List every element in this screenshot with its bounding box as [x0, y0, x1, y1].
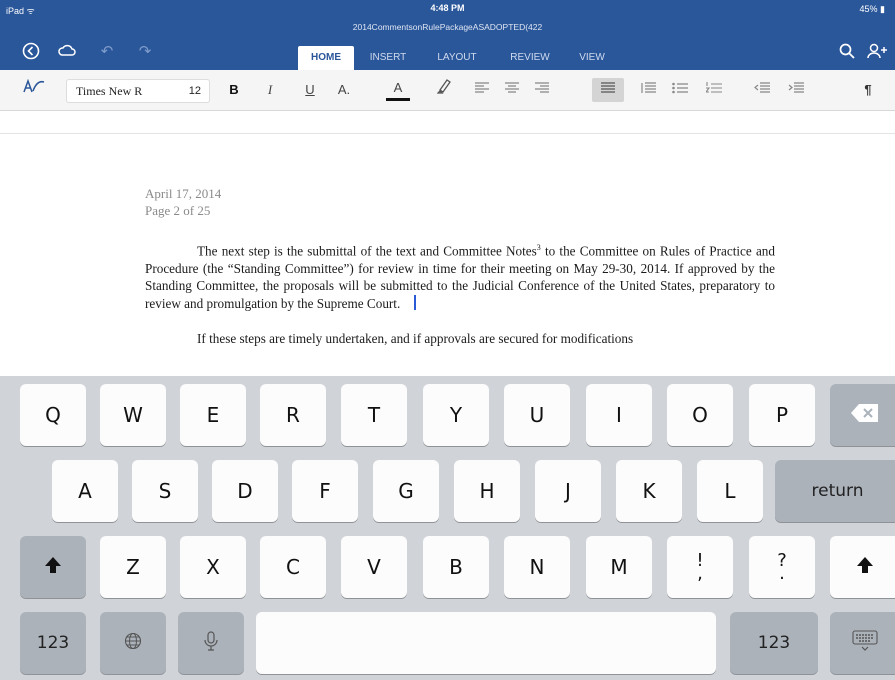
document-title: 2014CommentsonRulePackageASADOPTED(422 [0, 22, 895, 36]
align-center-icon[interactable] [500, 78, 524, 102]
ruler [0, 111, 895, 134]
key-period-label: . [779, 563, 785, 584]
tab-insert[interactable]: INSERT [364, 46, 412, 70]
key-f[interactable]: F [292, 460, 358, 522]
key-m[interactable]: M [586, 536, 652, 598]
shift-left-key[interactable] [20, 536, 86, 598]
key-b[interactable]: B [423, 536, 489, 598]
cloud-sync-icon[interactable] [56, 40, 78, 62]
text-cursor [414, 294, 417, 310]
status-bar: iPad ᯤ 4:48 PM 45% ▮ [0, 0, 895, 22]
backspace-icon [850, 403, 880, 428]
key-w[interactable]: W [100, 384, 166, 446]
key-comma-label: , [697, 563, 703, 584]
battery-indicator: 45% ▮ [860, 4, 885, 15]
increase-indent-icon[interactable] [784, 78, 808, 102]
globe-key[interactable] [100, 612, 166, 674]
tab-review[interactable]: REVIEW [502, 46, 558, 70]
undo-icon[interactable]: ↶ [96, 40, 118, 62]
formatting-toolbar: Times New R 12 B I U A. A ¶ [0, 70, 895, 111]
key-exclaim-comma[interactable]: !, [667, 536, 733, 598]
key-d[interactable]: D [212, 460, 278, 522]
battery-icon: ▮ [880, 4, 885, 14]
key-v[interactable]: V [341, 536, 407, 598]
numbered-list-icon[interactable] [702, 78, 726, 102]
align-left-icon[interactable] [470, 78, 494, 102]
shift-icon [44, 555, 62, 579]
key-question-period[interactable]: ?. [749, 536, 815, 598]
key-y[interactable]: Y [423, 384, 489, 446]
key-x[interactable]: X [180, 536, 246, 598]
highlighter-icon[interactable] [432, 78, 456, 102]
microphone-icon [204, 630, 218, 656]
key-s[interactable]: S [132, 460, 198, 522]
key-t[interactable]: T [341, 384, 407, 446]
paragraph-marks-icon[interactable]: ¶ [858, 78, 878, 102]
backspace-key[interactable] [830, 384, 895, 446]
battery-percent: 45% [859, 4, 878, 14]
return-key[interactable]: return [775, 460, 895, 522]
ribbon-bar: ↶ ↷ HOME INSERT LAYOUT REVIEW VIEW [0, 36, 895, 70]
tab-layout[interactable]: LAYOUT [430, 46, 484, 70]
align-right-icon[interactable] [530, 78, 554, 102]
key-j[interactable]: J [535, 460, 601, 522]
numbers-right-key[interactable]: 123 [730, 612, 818, 674]
font-name: Times New R [76, 84, 143, 98]
add-person-icon[interactable] [866, 40, 888, 62]
font-size[interactable]: 12 [189, 80, 201, 102]
paragraph-1[interactable]: The next step is the submittal of the te… [145, 239, 775, 312]
key-l[interactable]: L [697, 460, 763, 522]
key-c[interactable]: C [260, 536, 326, 598]
underline-button[interactable]: U [298, 78, 322, 102]
tab-home[interactable]: HOME [298, 46, 354, 70]
bold-button[interactable]: B [222, 78, 246, 102]
key-p[interactable]: P [749, 384, 815, 446]
key-h[interactable]: H [454, 460, 520, 522]
dictation-key[interactable] [178, 612, 244, 674]
clock: 4:48 PM [430, 3, 465, 13]
decrease-indent-icon[interactable] [750, 78, 774, 102]
back-circle-icon[interactable] [20, 40, 42, 62]
key-a[interactable]: A [52, 460, 118, 522]
key-q[interactable]: Q [20, 384, 86, 446]
justify-icon[interactable] [592, 78, 624, 102]
key-o[interactable]: O [667, 384, 733, 446]
page-indicator: Page 2 of 25 [145, 203, 211, 218]
key-g[interactable]: G [373, 460, 439, 522]
styles-icon[interactable] [20, 78, 48, 102]
shift-icon [856, 555, 874, 579]
search-icon[interactable] [836, 40, 858, 62]
onscreen-keyboard: Q W E R T Y U I O P A S D F G H J K L re… [0, 376, 895, 680]
font-color-button[interactable]: A [386, 78, 410, 101]
paragraph-1-start: The next step is the submittal of the te… [197, 243, 537, 259]
key-e[interactable]: E [180, 384, 246, 446]
key-k[interactable]: K [616, 460, 682, 522]
key-z[interactable]: Z [100, 536, 166, 598]
keyboard-dismiss-icon [852, 629, 878, 657]
font-picker[interactable]: Times New R 12 [66, 79, 210, 103]
key-r[interactable]: R [260, 384, 326, 446]
paragraph-2[interactable]: If these steps are timely undertaken, an… [145, 330, 775, 347]
document-page[interactable]: April 17, 2014 Page 2 of 25 The next ste… [145, 185, 775, 347]
shift-right-key[interactable] [830, 536, 895, 598]
key-n[interactable]: N [504, 536, 570, 598]
keyboard-dismiss-key[interactable] [830, 612, 895, 674]
bullet-list-icon[interactable] [668, 78, 692, 102]
space-bar[interactable] [256, 612, 716, 674]
letter-date: April 17, 2014 [145, 186, 222, 201]
text-style-button[interactable]: A. [330, 78, 358, 102]
line-spacing-icon[interactable] [636, 78, 660, 102]
key-u[interactable]: U [504, 384, 570, 446]
redo-icon[interactable]: ↷ [134, 40, 156, 62]
tab-view[interactable]: VIEW [572, 46, 612, 70]
key-i[interactable]: I [586, 384, 652, 446]
italic-button[interactable]: I [258, 78, 282, 102]
numbers-left-key[interactable]: 123 [20, 612, 86, 674]
globe-icon [124, 631, 142, 655]
